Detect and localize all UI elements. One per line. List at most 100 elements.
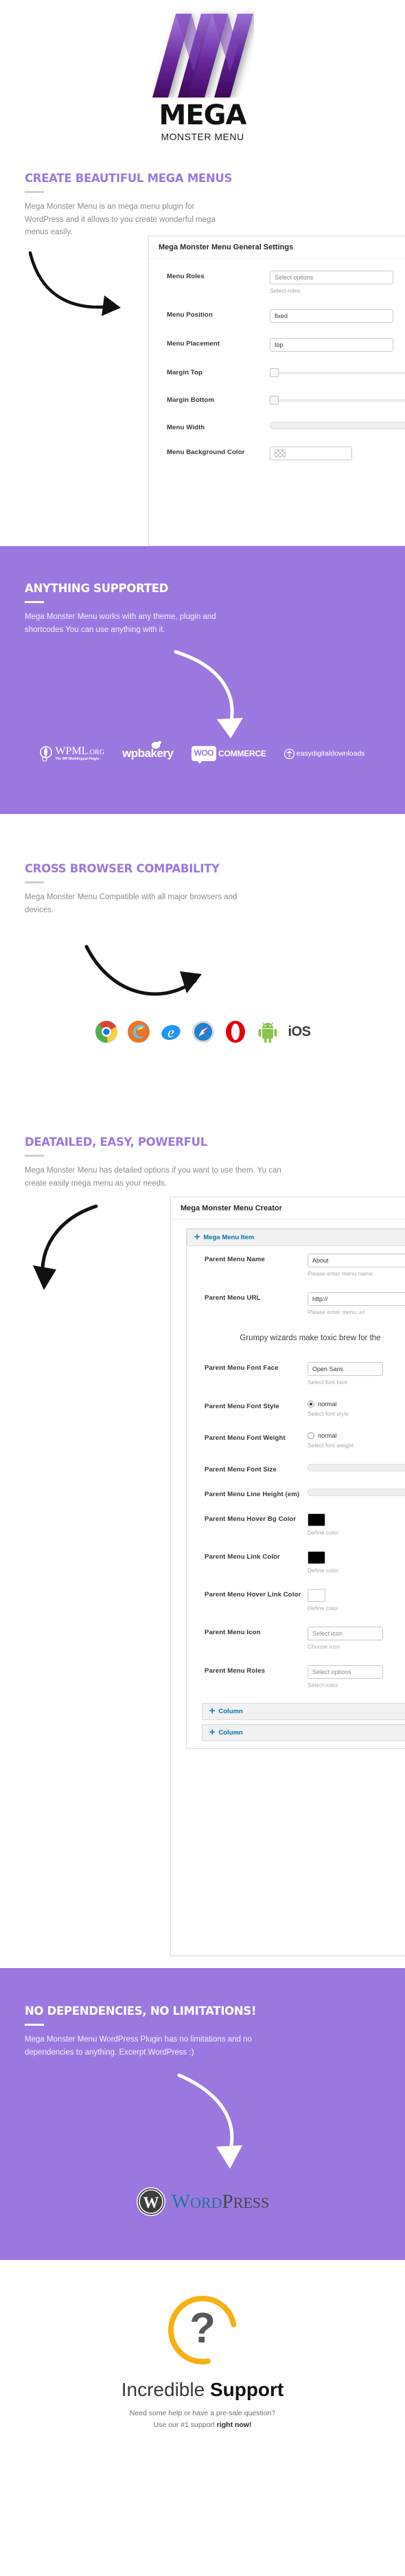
setting-label: Menu Background Color: [167, 449, 245, 456]
brand-name: MEGA: [159, 100, 247, 131]
support-title-bold: Support: [209, 2379, 284, 2400]
field-hint: Define color: [308, 1529, 339, 1536]
parent-menu-hover-bg-color-swatch[interactable]: [308, 1513, 325, 1526]
parent-menu-line-height-input[interactable]: [308, 1489, 405, 1496]
wpbakery-logo-icon: wpbakery: [122, 741, 174, 760]
support-title: Incredible Support: [0, 2379, 405, 2401]
internet-explorer-icon: e: [159, 1020, 183, 1043]
support-icon-wrap: ?: [0, 2260, 405, 2373]
slider-knob[interactable]: [270, 368, 279, 377]
parent-menu-font-size-input[interactable]: [308, 1464, 405, 1471]
firefox-icon: [127, 1020, 150, 1043]
radio-button[interactable]: [308, 1432, 314, 1439]
radio-label: normal: [318, 1432, 337, 1439]
setting-row-menu-placement: Menu Placement top: [149, 330, 405, 359]
curved-arrow-5: [177, 2073, 242, 2169]
title-underline: [25, 601, 44, 603]
color-swatch: [275, 449, 286, 457]
section-title: DEATAILED, EASY, POWERFUL: [25, 1136, 207, 1149]
safari-icon: [192, 1020, 215, 1043]
browser-icons-row: e iOS: [0, 1020, 405, 1043]
section-create-mega-menus: CREATE BEAUTIFUL MEGA MENUS Mega Monster…: [0, 172, 405, 546]
general-settings-panel: Mega Monster Menu General Settings Menu …: [148, 236, 405, 546]
parent-menu-font-style-radio[interactable]: normal: [308, 1401, 405, 1408]
parent-menu-roles-select[interactable]: Select options: [308, 1665, 383, 1679]
field-row-parent-menu-name: Parent Menu Name About Please enter menu…: [187, 1246, 405, 1285]
menu-roles-select[interactable]: Select options: [270, 271, 393, 284]
slider-track: [270, 399, 405, 402]
menu-width-input[interactable]: [270, 422, 405, 429]
column-bar[interactable]: ✛ Column: [202, 1724, 405, 1741]
svg-text:$: $: [288, 754, 290, 758]
parent-menu-hover-link-color-swatch[interactable]: [308, 1589, 325, 1602]
menu-placement-select[interactable]: top: [270, 338, 393, 352]
section-description: Mega Monster Menu is an mega menu plugin…: [25, 203, 216, 237]
field-row-parent-menu-icon: Parent Menu Icon Select icon Choose icon: [187, 1619, 405, 1658]
panel-title: Mega Monster Menu General Settings: [149, 236, 405, 259]
menu-creator-panel: Mega Monster Menu Creator ✛ Mega Menu It…: [170, 1197, 405, 1956]
setting-hint: Select roles: [270, 287, 301, 294]
wordpress-w: W: [171, 2190, 191, 2213]
mega-menu-item-bar[interactable]: ✛ Mega Menu Item: [187, 1229, 405, 1246]
parent-menu-icon-select[interactable]: Select icon: [308, 1627, 383, 1640]
margin-bottom-slider[interactable]: [270, 394, 405, 407]
section-description: Mega Monster Menu Compatible with all ma…: [25, 893, 238, 914]
move-handle-icon[interactable]: ✛: [209, 1708, 215, 1715]
margin-top-slider[interactable]: [270, 367, 405, 379]
curved-arrow-3: [84, 945, 202, 996]
column-bar[interactable]: ✛ Column: [202, 1703, 405, 1720]
brand-tagline: MONSTER MENU: [161, 131, 244, 142]
parent-menu-link-color-swatch[interactable]: [308, 1551, 325, 1564]
curved-arrow-1: [28, 251, 121, 316]
svg-text:W: W: [143, 2194, 159, 2211]
setting-row-menu-roles: Menu Roles Select options Select roles: [149, 263, 405, 302]
menu-position-select[interactable]: fixed: [270, 309, 393, 323]
move-handle-icon[interactable]: ✛: [209, 1729, 215, 1737]
section-description: Mega Monster Menu has detailed options i…: [25, 1166, 281, 1188]
wordpress-ord: ORD: [190, 2193, 222, 2211]
section-description: Mega Monster Menu WordPress Plugin has n…: [25, 2035, 252, 2057]
font-preview-text: Grumpy wizards make toxic brew for the: [240, 1334, 381, 1342]
mega-menu-item-box: ✛ Mega Menu Item Parent Menu Name About …: [186, 1228, 405, 1749]
field-row-parent-menu-hover-bg-color: Parent Menu Hover Bg Color Define color: [187, 1506, 405, 1544]
supported-logos-row: WPML.ORG The WP Multilingual Plugin wpba…: [0, 741, 405, 764]
field-hint: Select font style: [308, 1410, 349, 1417]
section-title: NO DEPENDENCIES, NO LIMITATIONS!: [25, 2004, 257, 2018]
field-label: Parent Menu Roles: [205, 1667, 266, 1675]
move-handle-icon[interactable]: ✛: [194, 1234, 200, 1241]
parent-menu-name-input[interactable]: About: [308, 1254, 405, 1267]
opera-icon: [224, 1020, 247, 1043]
title-underline: [25, 881, 44, 883]
field-label: Parent Menu Name: [205, 1256, 265, 1263]
parent-menu-url-input[interactable]: http://: [308, 1292, 405, 1306]
section-support: ? Incredible Support Need some help or h…: [0, 2260, 405, 2576]
parent-menu-font-face-select[interactable]: Open Sans: [308, 1362, 383, 1376]
field-label: Parent Menu Line Height (em): [205, 1491, 300, 1498]
wpml-logo-icon: WPML.ORG The WP Multilingual Plugin: [40, 745, 104, 762]
setting-row-menu-bg-color: Menu Background Color: [149, 439, 405, 468]
field-label: Parent Menu Icon: [205, 1629, 261, 1636]
field-row-parent-menu-font-style: Parent Menu Font Style normal Select fon…: [187, 1393, 405, 1425]
field-row-parent-menu-hover-link-color: Parent Menu Hover Link Color Define colo…: [187, 1581, 405, 1619]
svg-text:e: e: [167, 1024, 174, 1041]
panel-title: Mega Monster Menu Creator: [171, 1197, 405, 1220]
setting-label: Margin Top: [167, 369, 202, 376]
setting-row-margin-bottom: Margin Bottom: [149, 387, 405, 414]
menu-bg-color-picker[interactable]: [270, 447, 352, 460]
field-hint: Select font face: [308, 1379, 348, 1386]
field-hint: Please enter menu name: [308, 1270, 373, 1277]
brand-header: MEGA MONSTER MENU: [0, 0, 405, 172]
radio-button[interactable]: [308, 1401, 314, 1408]
wpml-caption: The WP Multilingual Plugin: [55, 756, 100, 761]
field-label: Parent Menu Font Style: [205, 1403, 279, 1410]
setting-label: Margin Bottom: [167, 396, 214, 404]
field-row-parent-menu-font-face: Parent Menu Font Face Open Sans Select f…: [187, 1355, 405, 1393]
parent-menu-font-weight-radio[interactable]: normal: [308, 1432, 405, 1439]
mega-m-logo-icon: [151, 7, 254, 98]
field-label: Parent Menu URL: [205, 1294, 261, 1302]
field-row-parent-menu-roles: Parent Menu Roles Select options Select …: [187, 1658, 405, 1696]
support-line-2: Use our #1 support right now!: [0, 2419, 405, 2431]
slider-knob[interactable]: [270, 396, 279, 405]
wpml-org: .ORG: [88, 748, 105, 756]
wordpress-ress: RESS: [233, 2193, 270, 2211]
